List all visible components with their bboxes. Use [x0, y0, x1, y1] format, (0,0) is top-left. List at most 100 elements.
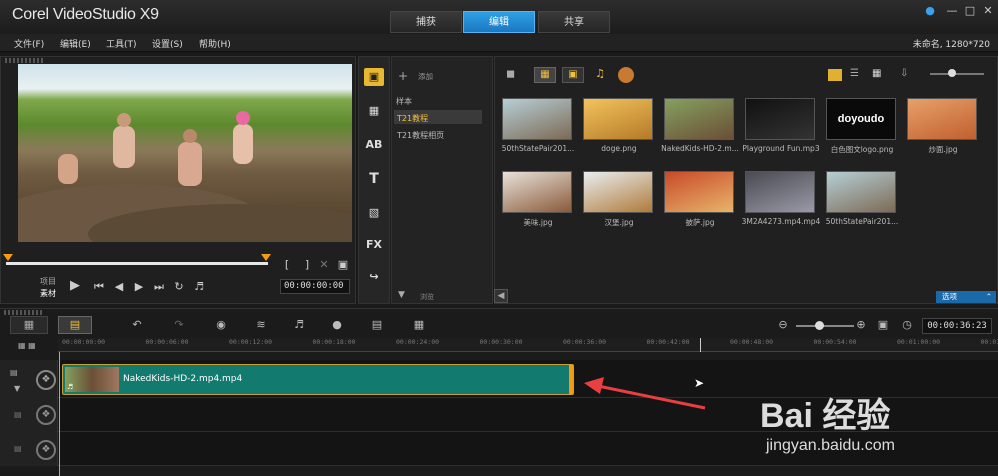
view-list-icon[interactable]: ☰ — [850, 68, 859, 79]
video-clip[interactable]: ♬ NakedKids-HD-2.mp4.mp4 — [62, 364, 574, 395]
browse-icon[interactable]: ▼ — [398, 290, 405, 300]
zoom-knob[interactable] — [815, 321, 824, 330]
library-item[interactable]: NakedKids-HD-2.m... — [661, 98, 739, 154]
menu-file[interactable]: 文件(F) — [14, 37, 44, 50]
title-reel-icon[interactable]: ❖ — [36, 440, 56, 460]
folder-item-t21-page[interactable]: T21教程相页 — [397, 130, 444, 141]
library-item[interactable]: Playground Fun.mp3 — [742, 98, 820, 154]
menu-edit[interactable]: 编辑(E) — [60, 37, 91, 50]
browse-label[interactable]: 浏览 — [420, 292, 434, 302]
player-timecode[interactable]: 00:00:00:00 — [280, 279, 350, 294]
redo-icon[interactable]: ↷ — [170, 316, 188, 334]
mark-in-icon[interactable]: [ — [280, 258, 294, 272]
library-item[interactable]: 汉堡.jpg — [583, 171, 655, 227]
zoom-out-icon[interactable]: ⊖ — [776, 316, 790, 334]
library-item[interactable]: doyoudo 白色图文logo.png — [826, 98, 898, 154]
library-item[interactable]: 美味.jpg — [502, 171, 574, 227]
split-icon[interactable]: ✕ — [317, 258, 331, 272]
show-audio-icon[interactable]: ♫ — [590, 67, 610, 83]
folder-icon[interactable]: ◼ — [506, 67, 515, 80]
zoom-in-icon[interactable]: ⊕ — [854, 316, 868, 334]
mode-project[interactable]: 项目 — [40, 276, 56, 287]
library-item[interactable]: 50thStatePair201... — [826, 171, 898, 227]
menu-help[interactable]: 帮助(H) — [199, 37, 231, 50]
undo-icon[interactable]: ↶ — [128, 316, 146, 334]
show-videos-icon[interactable]: ▦ — [534, 67, 556, 83]
thumb-size-knob[interactable] — [948, 69, 956, 77]
library-item[interactable]: 炒面.jpg — [907, 98, 979, 154]
time-ruler[interactable] — [58, 338, 998, 352]
show-all-tracks-icon[interactable]: ▦ ▦ — [18, 341, 36, 350]
repeat-icon[interactable]: ↻ — [172, 280, 186, 294]
menu-tools[interactable]: 工具(T) — [106, 37, 137, 50]
motion-tracking-icon[interactable]: ● — [328, 316, 346, 334]
title-link-icon[interactable]: ▤ — [14, 444, 22, 453]
restore-icon[interactable]: □ — [962, 4, 978, 18]
auto-music-icon[interactable]: ♬ — [290, 316, 308, 334]
storyboard-view-icon[interactable]: ▦ — [10, 316, 48, 334]
view-thumb-icon[interactable] — [828, 69, 842, 81]
tab-share[interactable]: 共享 — [538, 11, 610, 33]
trim-start-marker[interactable] — [3, 254, 13, 261]
library-item[interactable]: 3M2A4273.mp4.mp4 — [742, 171, 820, 227]
volume-icon[interactable]: ♬ — [192, 280, 206, 294]
collapse-icon[interactable]: ◀ — [494, 289, 508, 303]
sound-mixer-icon[interactable]: ≋ — [252, 316, 270, 334]
globe-icon[interactable]: ● — [922, 4, 938, 18]
thumb-size-slider[interactable] — [930, 73, 984, 75]
graphic-icon[interactable]: ▧ — [364, 204, 384, 222]
title-icon[interactable]: T — [364, 170, 384, 188]
timeline-view-icon[interactable]: ▤ — [58, 316, 92, 334]
timeline-timecode[interactable]: 00:00:36:23 — [922, 318, 992, 334]
import-icon[interactable]: ⇩ — [900, 68, 908, 79]
overlay-link-icon[interactable]: ▤ — [14, 410, 22, 419]
next-frame-icon[interactable]: ▶ — [132, 280, 146, 294]
multi-camera-icon[interactable]: ▦ — [410, 316, 428, 334]
trim-end-marker[interactable] — [261, 254, 271, 261]
mode-clip[interactable]: 素材 — [40, 288, 56, 299]
tab-edit[interactable]: 编辑 — [463, 11, 535, 33]
overlay-reel-icon[interactable]: ❖ — [36, 405, 56, 425]
panel-grip[interactable] — [5, 58, 45, 63]
library-item[interactable]: 披萨.jpg — [664, 171, 736, 227]
play-icon[interactable]: ▶ — [68, 279, 82, 293]
clock-icon[interactable]: ◷ — [900, 316, 914, 334]
transition-icon[interactable]: AB — [364, 136, 384, 154]
minimize-icon[interactable]: — — [944, 4, 960, 18]
sort-icon[interactable] — [618, 67, 634, 83]
link-icon[interactable]: ▤ — [10, 368, 18, 377]
subtitle-editor-icon[interactable]: ▤ — [368, 316, 386, 334]
folder-item-sample[interactable]: 样本 — [396, 96, 412, 107]
library-item[interactable]: 50thStatePair201... — [502, 98, 574, 154]
film-reel-icon[interactable]: ❖ — [36, 370, 56, 390]
enlarge-icon[interactable]: ▣ — [336, 258, 350, 272]
path-icon[interactable]: ↪ — [364, 268, 384, 286]
clip-trim-handle[interactable] — [569, 365, 573, 394]
track-dropdown-icon[interactable]: ▼ — [14, 384, 20, 393]
fit-project-icon[interactable]: ▣ — [876, 316, 890, 334]
mark-out-icon[interactable]: ] — [300, 258, 314, 272]
options-button[interactable]: 选项 ⌃ — [936, 291, 996, 303]
zoom-slider[interactable] — [796, 325, 854, 327]
add-folder-label[interactable]: 添加 — [418, 71, 433, 82]
tab-capture[interactable]: 捕获 — [390, 11, 462, 33]
show-photos-icon[interactable]: ▣ — [562, 67, 584, 83]
close-icon[interactable]: ✕ — [980, 4, 996, 18]
filter-icon[interactable]: FX — [364, 236, 384, 254]
playhead[interactable] — [59, 352, 60, 476]
prev-frame-icon[interactable]: ◀ — [112, 280, 126, 294]
folder-item-t21[interactable]: T21教程 — [397, 113, 428, 124]
media-icon[interactable]: ▣ — [364, 68, 384, 86]
scrubber-bar[interactable] — [6, 262, 268, 265]
instant-project-icon[interactable]: ▦ — [364, 102, 384, 120]
app-title: Corel VideoStudio X9 — [12, 6, 159, 23]
ruler-tick-label: 00:00:00:00 — [62, 338, 106, 346]
menu-settings[interactable]: 设置(S) — [152, 37, 183, 50]
add-icon[interactable]: + — [398, 69, 408, 83]
home-icon[interactable]: ⏮ — [92, 280, 106, 294]
panel-grip[interactable] — [4, 310, 44, 315]
library-item[interactable]: doge.png — [583, 98, 655, 154]
end-icon[interactable]: ⏭ — [152, 280, 166, 294]
view-grid-icon[interactable]: ▦ — [872, 68, 881, 79]
record-capture-icon[interactable]: ◉ — [212, 316, 230, 334]
